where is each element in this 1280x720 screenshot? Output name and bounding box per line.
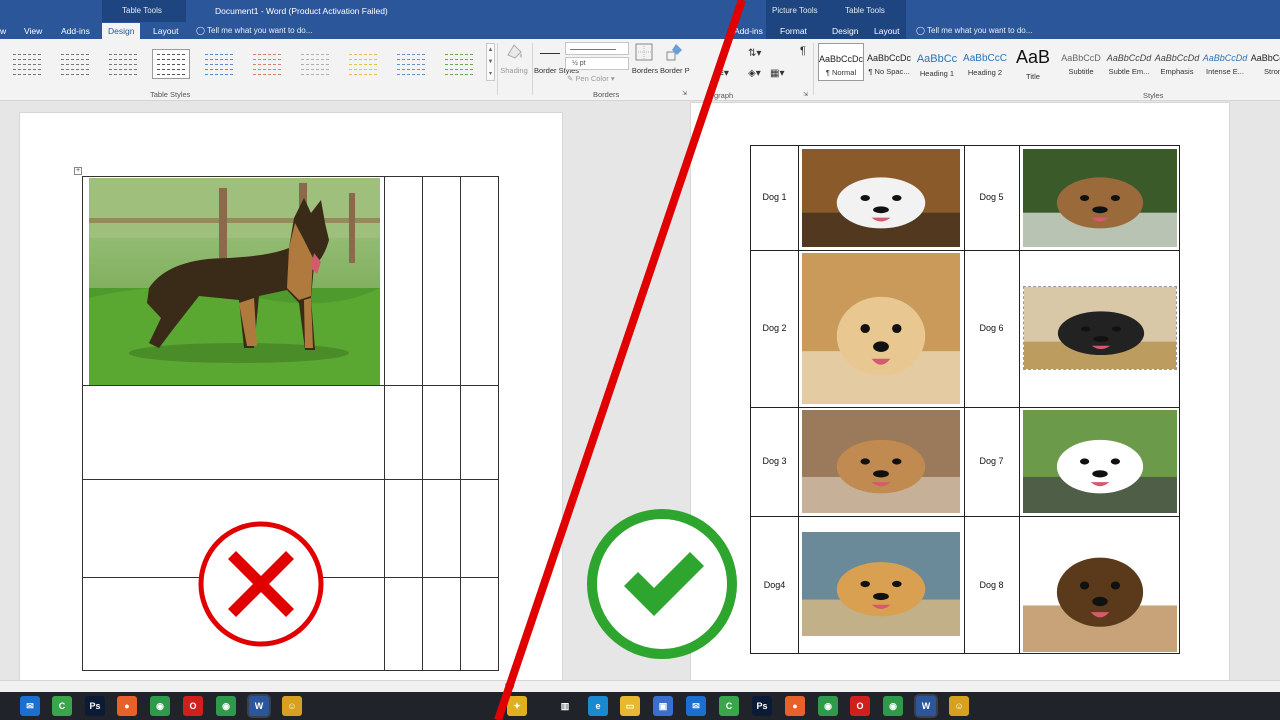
correct-check-badge-icon: [586, 508, 738, 665]
wrong-x-badge-icon: [196, 519, 326, 654]
